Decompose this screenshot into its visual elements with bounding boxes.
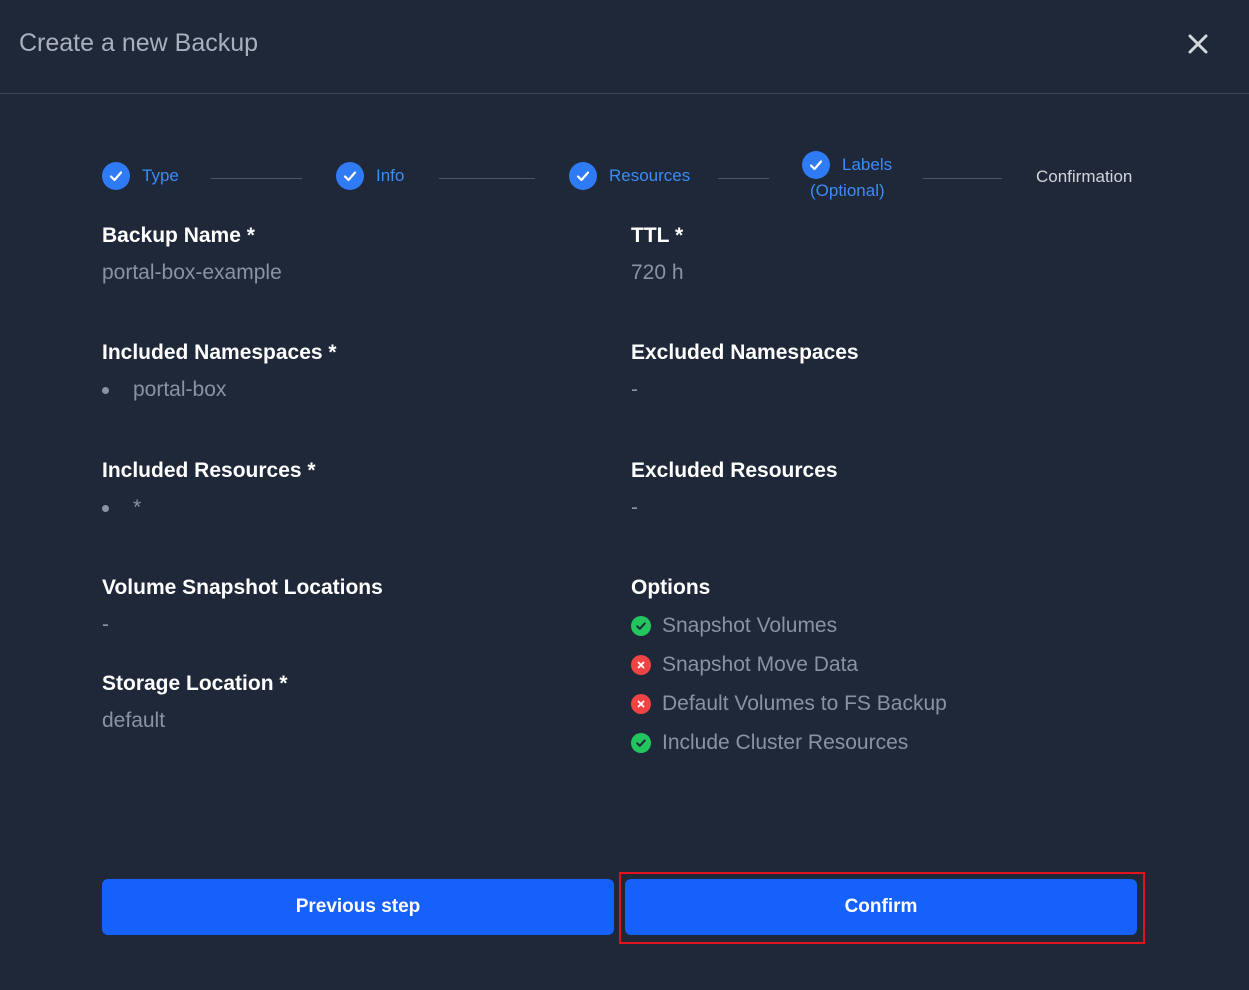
- field-options: Options Snapshot Volumes Snapshot Move D…: [631, 576, 947, 762]
- option-snapshot-move-data: Snapshot Move Data: [631, 645, 947, 684]
- field-label: Options: [631, 576, 711, 599]
- field-label: Storage Location *: [102, 672, 288, 695]
- step-label: Info: [376, 166, 405, 185]
- step-connector: [439, 178, 535, 179]
- field-value: portal-box-example: [102, 261, 282, 284]
- check-circle-icon: [631, 615, 651, 636]
- option-label: Default Volumes to FS Backup: [662, 691, 947, 715]
- field-excluded-namespaces: Excluded Namespaces -: [631, 341, 859, 402]
- field-label: Excluded Resources: [631, 459, 838, 482]
- step-confirmation: Confirmation: [1036, 167, 1133, 186]
- field-label: Included Resources *: [102, 459, 316, 482]
- close-button[interactable]: [1180, 26, 1216, 62]
- field-volume-snapshot-locations: Volume Snapshot Locations -: [102, 576, 383, 637]
- option-label: Include Cluster Resources: [662, 730, 909, 754]
- checkmark-icon: [336, 162, 364, 190]
- field-label: Volume Snapshot Locations: [102, 576, 383, 599]
- dialog-header: Create a new Backup: [0, 0, 1249, 94]
- confirm-button[interactable]: Confirm: [625, 879, 1137, 935]
- checkmark-icon: [569, 162, 597, 190]
- checkmark-icon: [102, 162, 130, 190]
- option-label: Snapshot Move Data: [662, 652, 859, 676]
- option-snapshot-volumes: Snapshot Volumes: [631, 606, 947, 645]
- options-list: Snapshot Volumes Snapshot Move Data Defa…: [631, 606, 947, 762]
- field-excluded-resources: Excluded Resources -: [631, 459, 838, 520]
- step-label: Resources: [609, 166, 691, 185]
- step-label: Type: [142, 166, 179, 185]
- step-type[interactable]: Type: [102, 162, 179, 190]
- field-backup-name: Backup Name * portal-box-example: [102, 224, 282, 285]
- list-item-value: portal-box: [133, 378, 227, 401]
- field-value: -: [631, 378, 638, 401]
- field-included-resources: Included Resources * *: [102, 459, 316, 520]
- bullet-icon: [102, 504, 109, 512]
- field-value: -: [102, 613, 109, 636]
- step-label: Labels: [842, 155, 893, 174]
- x-circle-icon: [631, 654, 651, 675]
- list-item: portal-box: [102, 378, 337, 402]
- field-label: TTL *: [631, 224, 684, 247]
- step-label-suffix: (Optional): [810, 181, 885, 200]
- x-circle-icon: [631, 693, 651, 714]
- step-resources[interactable]: Resources: [569, 162, 690, 190]
- field-label: Backup Name *: [102, 224, 255, 247]
- option-include-cluster-resources: Include Cluster Resources: [631, 723, 947, 762]
- list-item: *: [102, 496, 316, 520]
- list-item-value: *: [133, 496, 142, 519]
- dialog-title: Create a new Backup: [19, 29, 259, 57]
- field-value: default: [102, 709, 166, 732]
- step-info[interactable]: Info: [336, 162, 404, 190]
- close-icon: [1188, 34, 1208, 54]
- field-storage-location: Storage Location * default: [102, 672, 288, 733]
- field-included-namespaces: Included Namespaces * portal-box: [102, 341, 337, 402]
- check-circle-icon: [631, 732, 651, 753]
- step-connector: [718, 178, 769, 179]
- option-default-volumes-fs-backup: Default Volumes to FS Backup: [631, 684, 947, 723]
- wizard-stepper: Type Info Resources Labels (Optional) Co…: [0, 140, 1249, 220]
- option-label: Snapshot Volumes: [662, 613, 838, 637]
- bullet-icon: [102, 386, 109, 394]
- checkmark-icon: [802, 151, 830, 179]
- field-value: 720 h: [631, 261, 684, 284]
- field-label: Excluded Namespaces: [631, 341, 859, 364]
- field-ttl: TTL * 720 h: [631, 224, 684, 285]
- step-connector: [923, 178, 1002, 179]
- step-connector: [211, 178, 302, 179]
- previous-step-button[interactable]: Previous step: [102, 879, 614, 935]
- field-value: -: [631, 496, 638, 519]
- field-label: Included Namespaces *: [102, 341, 337, 364]
